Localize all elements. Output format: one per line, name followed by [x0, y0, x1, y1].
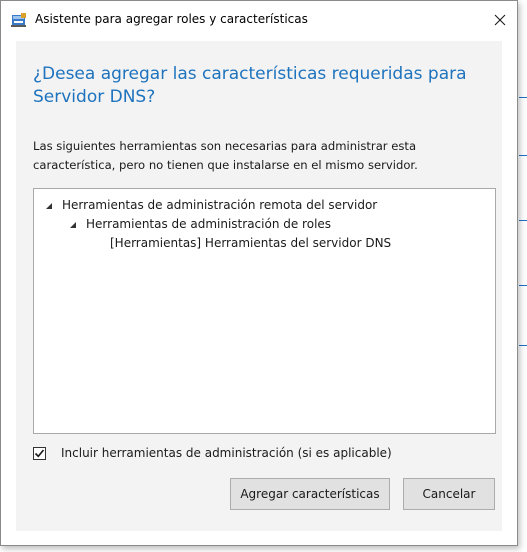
window-title: Asistente para agregar roles y caracterí… — [35, 12, 308, 26]
include-tools-checkbox[interactable] — [33, 446, 46, 460]
required-features-tree: Herramientas de administración remota de… — [33, 188, 496, 434]
background-line — [519, 220, 527, 221]
dialog-description: Las siguientes herramientas son necesari… — [33, 139, 418, 172]
background-line — [519, 285, 527, 286]
expanded-triangle-icon[interactable] — [43, 200, 55, 212]
include-tools-option[interactable]: Incluir herramientas de administración (… — [33, 444, 392, 462]
dialog-heading: ¿Desea agregar las características reque… — [33, 64, 467, 107]
close-button[interactable] — [487, 7, 513, 33]
tree-item-label: Herramientas de administración de roles — [86, 217, 332, 231]
tree-item-label: [Herramientas] Herramientas del servidor… — [110, 236, 392, 250]
tree-item-remote-admin-tools[interactable]: Herramientas de administración remota de… — [43, 197, 377, 214]
background-line — [519, 97, 527, 98]
server-manager-icon — [11, 12, 27, 28]
background-window-edge — [519, 95, 527, 415]
cancel-button[interactable]: Cancelar — [403, 478, 495, 510]
expanded-triangle-icon[interactable] — [67, 219, 79, 231]
dialog-content: ¿Desea agregar las características reque… — [16, 41, 502, 531]
add-features-button[interactable]: Agregar características — [230, 478, 390, 510]
tree-item-dns-server-tools[interactable]: [Herramientas] Herramientas del servidor… — [110, 235, 391, 252]
background-line — [519, 345, 527, 346]
checkmark-icon — [34, 448, 45, 457]
add-roles-dialog: Asistente para agregar roles y caracterí… — [0, 0, 518, 546]
tree-item-label: Herramientas de administración remota de… — [62, 198, 378, 212]
close-icon — [494, 14, 506, 26]
tree-item-role-admin-tools[interactable]: Herramientas de administración de roles — [67, 216, 331, 233]
background-line — [519, 155, 527, 156]
title-bar: Asistente para agregar roles y caracterí… — [1, 1, 517, 39]
include-tools-label: Incluir herramientas de administración (… — [61, 446, 392, 460]
